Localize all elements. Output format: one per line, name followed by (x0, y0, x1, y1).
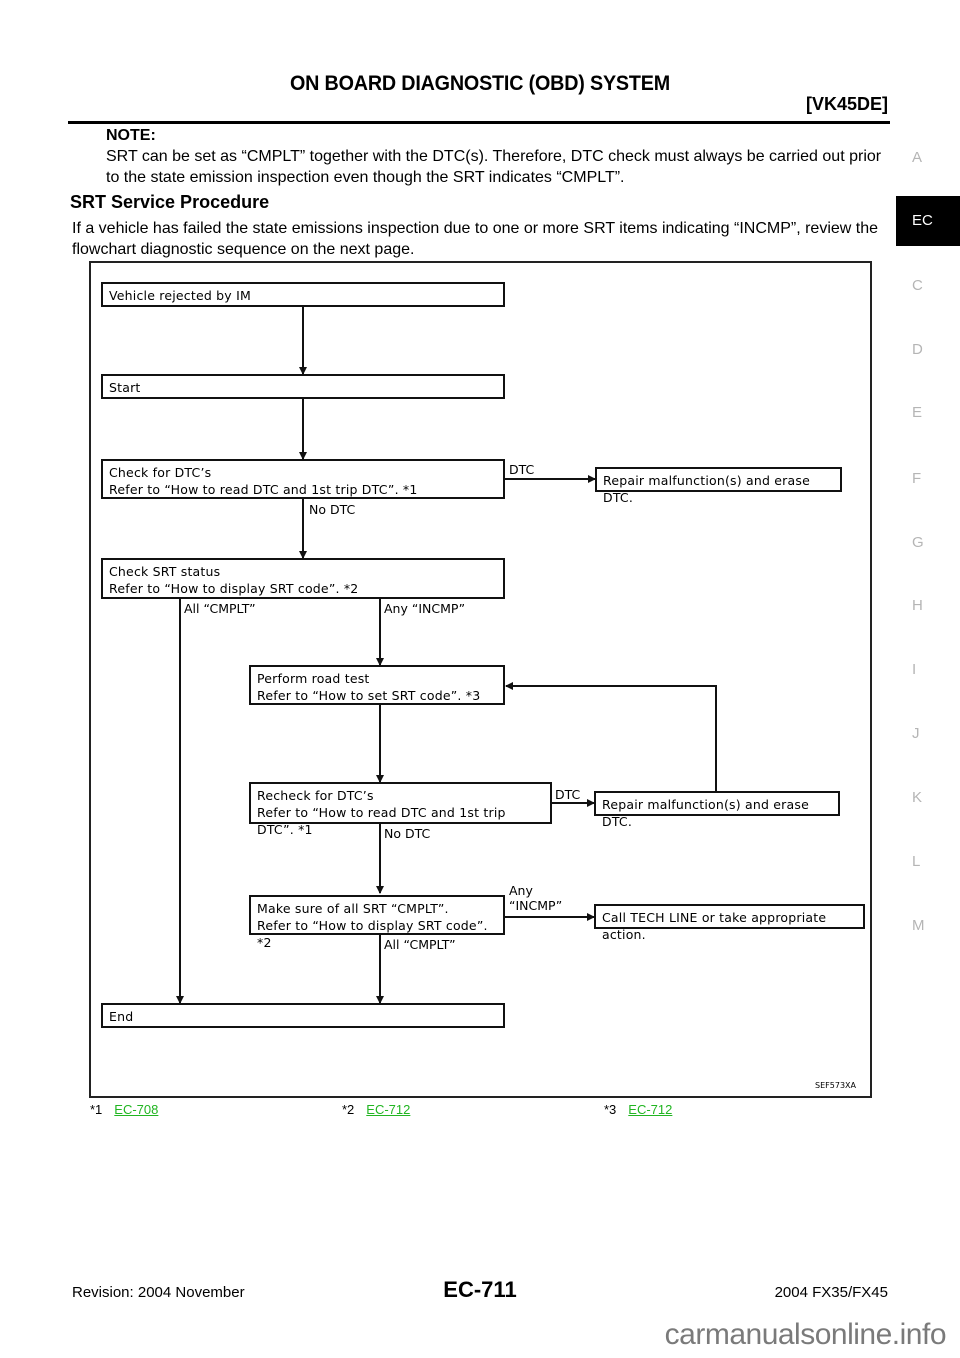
box-perform-road-test: Perform road test Refer to “How to set S… (249, 665, 505, 705)
box-text: Vehicle rejected by IM (109, 288, 251, 303)
label-any-incmp-2b: “INCMP” (509, 898, 563, 913)
label-no-dtc-1: No DTC (309, 502, 356, 517)
box-start: Start (101, 374, 505, 399)
header-divider (68, 121, 890, 124)
footnote-3: *3 EC-712 (604, 1102, 672, 1117)
section-intro: If a vehicle has failed the state emissi… (72, 220, 879, 258)
page-header-title: ON BOARD DIAGNOSTIC (OBD) SYSTEM (289, 72, 671, 95)
note-body: SRT can be set as “CMPLT” together with … (106, 148, 882, 186)
box-text-line1: Recheck for DTC’s (257, 788, 374, 803)
engine-code: [VK45DE] (805, 94, 888, 114)
note-label: NOTE: (106, 127, 156, 144)
footnote-marker: *2 (342, 1102, 355, 1117)
box-text-line2: Refer to “How to set SRT code”. *3 (257, 688, 481, 703)
box-text: End (109, 1009, 134, 1024)
tab-m[interactable]: M (896, 917, 960, 934)
tab-a[interactable]: A (896, 149, 960, 166)
box-text-line1: Perform road test (257, 671, 370, 686)
tab-g[interactable]: G (896, 534, 960, 551)
box-text-line1: Check SRT status (109, 564, 221, 579)
footnote-link-ec-708[interactable]: EC-708 (114, 1102, 158, 1117)
footnote-marker: *3 (604, 1102, 617, 1117)
label-dtc-2: DTC (555, 787, 581, 802)
label-all-cmplt-2: All “CMPLT” (384, 937, 456, 952)
footnote-1: *1 EC-708 (90, 1102, 158, 1117)
box-vehicle-rejected: Vehicle rejected by IM (101, 282, 505, 307)
box-check-srt-status: Check SRT status Refer to “How to displa… (101, 558, 505, 599)
box-check-dtc: Check for DTC’s Refer to “How to read DT… (101, 459, 505, 499)
label-all-cmplt-1: All “CMPLT” (184, 601, 256, 616)
label-any-incmp-1: Any “INCMP” (384, 601, 466, 616)
footnote-2: *2 EC-712 (342, 1102, 410, 1117)
box-repair-malfunction-1: Repair malfunction(s) and erase DTC. (595, 467, 842, 505)
flowchart: Vehicle rejected by IM Start Check for D… (89, 261, 872, 1098)
tab-i[interactable]: I (896, 661, 960, 678)
footnote-link-ec-712[interactable]: EC-712 (366, 1102, 410, 1117)
box-make-sure-srt-cmplt: Make sure of all SRT “CMPLT”. Refer to “… (249, 895, 505, 950)
box-text-line2: Refer to “How to display SRT code”. *2 (109, 581, 359, 596)
box-text-line1: Make sure of all SRT “CMPLT”. (257, 901, 449, 916)
tab-f[interactable]: F (896, 470, 960, 487)
footer-model: 2004 FX35/FX45 (774, 1284, 888, 1301)
box-text-line2: Refer to “How to read DTC and 1st trip D… (109, 482, 418, 497)
footnote-link-ec-712[interactable]: EC-712 (628, 1102, 672, 1117)
box-text-line1: Check for DTC’s (109, 465, 212, 480)
section-index-tabs: A EC C D E F G H I J K L M (896, 0, 960, 1358)
tab-ec[interactable]: EC (896, 196, 960, 246)
box-text-line2: Refer to “How to display SRT code”. *2 (257, 918, 488, 950)
box-text: Repair malfunction(s) and erase DTC. (602, 797, 809, 829)
figure-id: SEF573XA (815, 1081, 856, 1090)
footnote-marker: *1 (90, 1102, 103, 1117)
box-text: Repair malfunction(s) and erase DTC. (603, 473, 810, 505)
label-any-incmp-2a: Any (509, 883, 533, 898)
tab-j[interactable]: J (896, 725, 960, 742)
watermark: carmanualsonline.info (664, 1318, 947, 1351)
box-repair-malfunction-2: Repair malfunction(s) and erase DTC. (594, 791, 840, 829)
tab-e[interactable]: E (896, 404, 960, 421)
section-title: SRT Service Procedure (70, 192, 270, 212)
box-text: Start (109, 380, 141, 395)
tab-d[interactable]: D (896, 341, 960, 358)
box-end: End (101, 1003, 505, 1028)
tab-h[interactable]: H (896, 597, 960, 614)
tab-c[interactable]: C (896, 277, 960, 294)
box-recheck-dtc: Recheck for DTC’s Refer to “How to read … (249, 782, 552, 837)
tab-l[interactable]: L (896, 853, 960, 870)
label-dtc-1: DTC (509, 462, 535, 477)
arrow-repair-to-road-test (505, 682, 717, 791)
tab-k[interactable]: K (896, 789, 960, 806)
box-text: Call TECH LINE or take appropriate actio… (602, 910, 827, 942)
label-no-dtc-2: No DTC (384, 826, 431, 841)
box-call-tech-line: Call TECH LINE or take appropriate actio… (594, 904, 865, 942)
